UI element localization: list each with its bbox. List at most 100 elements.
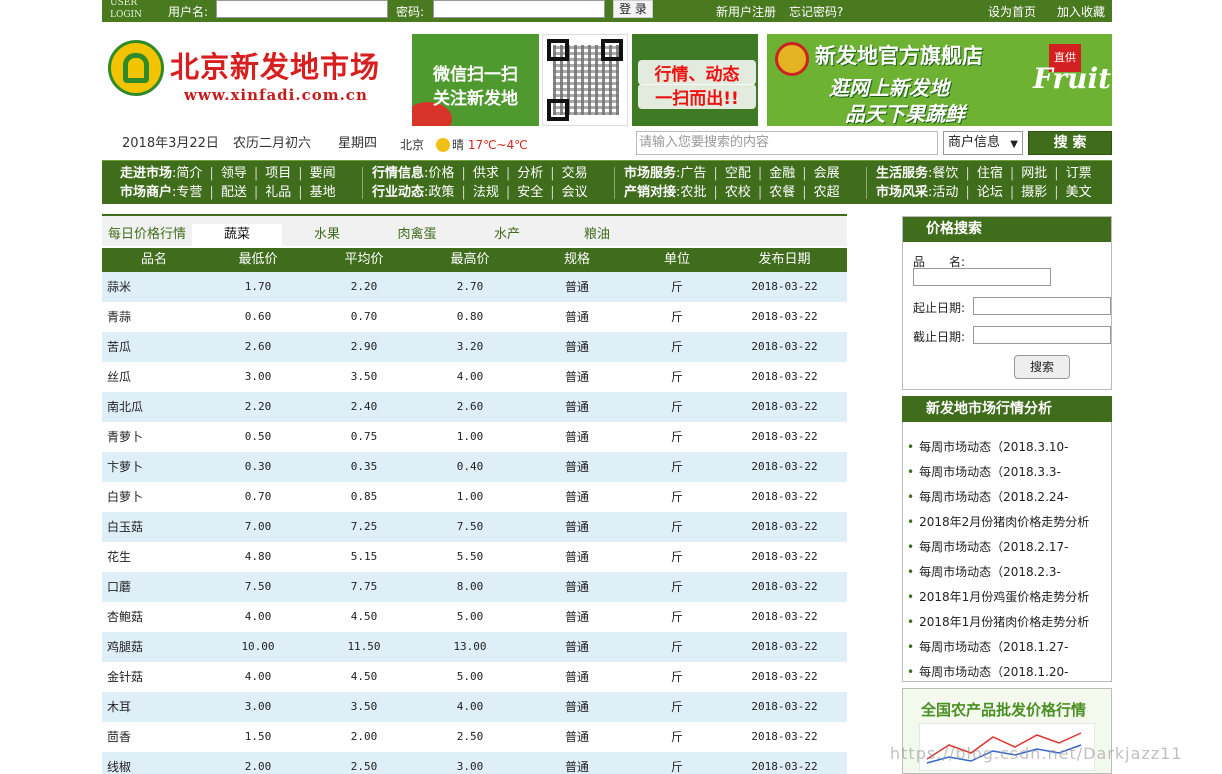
username-input[interactable]	[216, 0, 388, 18]
nav-group-title[interactable]: 行业动态	[372, 185, 424, 200]
nav-link[interactable]: 供求	[473, 164, 499, 183]
product-name-input[interactable]	[913, 268, 1051, 286]
nav-link[interactable]: 交易	[562, 164, 588, 183]
tab-meat-eggs[interactable]: 肉禽蛋	[372, 224, 462, 246]
table-row[interactable]: 茴香 1.50 2.00 2.50 普通 斤 2018-03-22	[102, 722, 847, 752]
column-header[interactable]: 最低价	[206, 248, 310, 272]
analysis-link[interactable]: 每周市场动态（2018.2.3-	[907, 560, 1089, 585]
nav-link[interactable]: 空配	[725, 164, 751, 183]
analysis-link[interactable]: 每周市场动态（2018.3.3-	[907, 460, 1089, 485]
analysis-link[interactable]: 每周市场动态（2018.1.20-	[907, 660, 1089, 685]
nav-link[interactable]: 项目	[265, 164, 291, 183]
nav-group-title[interactable]: 走进市场	[120, 166, 172, 181]
start-date-input[interactable]	[973, 297, 1111, 315]
nav-link[interactable]: 分析	[517, 164, 543, 183]
tab-vegetables[interactable]: 蔬菜	[192, 224, 282, 246]
nav-group-title[interactable]: 市场商户	[120, 185, 172, 200]
medal-icon	[775, 42, 809, 76]
nav-link[interactable]: 领导	[221, 164, 247, 183]
table-row[interactable]: 蒜米 1.70 2.20 2.70 普通 斤 2018-03-22	[102, 272, 847, 302]
column-header[interactable]: 最高价	[418, 248, 522, 272]
nav-group-title[interactable]: 生活服务	[876, 166, 928, 181]
login-button[interactable]: 登 录	[613, 0, 653, 18]
analysis-link[interactable]: 每周市场动态（2018.1.27-	[907, 635, 1089, 660]
analysis-link[interactable]: 每周市场动态（2018.2.17-	[907, 535, 1089, 560]
password-input[interactable]	[433, 0, 605, 18]
analysis-link[interactable]: 2018年1月份猪肉价格走势分析	[907, 610, 1089, 635]
price-search-button[interactable]: 搜索	[1014, 355, 1070, 379]
site-search-input[interactable]: 请输入您要搜索的内容	[636, 131, 938, 155]
nav-link[interactable]: 基地	[310, 183, 336, 202]
nav-link[interactable]: 配送	[221, 183, 247, 202]
search-category-select[interactable]: 商户信息 ▼	[943, 131, 1023, 155]
table-cell: 2018-03-22	[751, 700, 818, 713]
nav-link[interactable]: 会议	[562, 183, 588, 202]
table-row[interactable]: 苦瓜 2.60 2.90 3.20 普通 斤 2018-03-22	[102, 332, 847, 362]
nav-link[interactable]: 价格	[428, 164, 454, 183]
nav-link[interactable]: 论坛	[977, 183, 1003, 202]
table-row[interactable]: 木耳 3.00 3.50 4.00 普通 斤 2018-03-22	[102, 692, 847, 722]
table-row[interactable]: 卞萝卜 0.30 0.35 0.40 普通 斤 2018-03-22	[102, 452, 847, 482]
nav-link[interactable]: 政策	[428, 183, 454, 202]
nav-link[interactable]: 法规	[473, 183, 499, 202]
analysis-link[interactable]: 2018年1月份鸡蛋价格走势分析	[907, 585, 1089, 610]
register-link[interactable]: 新用户注册	[716, 3, 776, 20]
nav-link[interactable]: 农餐	[769, 183, 795, 202]
nav-link[interactable]: 住宿	[977, 164, 1003, 183]
table-row[interactable]: 花生 4.80 5.15 5.50 普通 斤 2018-03-22	[102, 542, 847, 572]
table-row[interactable]: 线椒 2.00 2.50 3.00 普通 斤 2018-03-22	[102, 752, 847, 774]
wechat-banner[interactable]: 微信扫一扫 关注新发地	[412, 34, 539, 126]
tab-seafood[interactable]: 水产	[462, 224, 552, 246]
nav-group-title[interactable]: 产销对接	[624, 185, 676, 200]
table-row[interactable]: 南北瓜 2.20 2.40 2.60 普通 斤 2018-03-22	[102, 392, 847, 422]
table-row[interactable]: 青萝卜 0.50 0.75 1.00 普通 斤 2018-03-22	[102, 422, 847, 452]
table-cell: 2018-03-22	[751, 580, 818, 593]
nav-group-title[interactable]: 市场风采	[876, 185, 928, 200]
column-header[interactable]: 平均价	[310, 248, 418, 272]
analysis-link[interactable]: 2018年2月份猪肉价格走势分析	[907, 510, 1089, 535]
nav-link[interactable]: 要闻	[310, 164, 336, 183]
flagship-store-banner[interactable]: 新发地官方旗舰店 逛网上新发地 品天下果蔬鲜 直供 Fruit	[767, 34, 1112, 126]
nav-link[interactable]: 美文	[1066, 183, 1092, 202]
nav-link[interactable]: 活动	[932, 183, 958, 202]
forgot-password-link[interactable]: 忘记密码?	[789, 3, 843, 20]
nav-link[interactable]: 安全	[517, 183, 543, 202]
site-logo[interactable]: 北京新发地市场 www.xinfadi.com.cn	[106, 38, 402, 108]
table-row[interactable]: 白玉菇 7.00 7.25 7.50 普通 斤 2018-03-22	[102, 512, 847, 542]
nav-link[interactable]: 农超	[814, 183, 840, 202]
market-scan-banner[interactable]: 行情、动态 一扫而出!!	[632, 34, 758, 126]
nav-link[interactable]: 专营	[176, 183, 202, 202]
nav-group-title[interactable]: 行情信息	[372, 166, 424, 181]
table-row[interactable]: 口蘑 7.50 7.75 8.00 普通 斤 2018-03-22	[102, 572, 847, 602]
column-header[interactable]: 发布日期	[722, 248, 847, 272]
column-header[interactable]: 品名	[102, 248, 206, 272]
end-date-input[interactable]	[973, 326, 1111, 344]
tab-grain-oil[interactable]: 粮油	[552, 224, 642, 246]
nav-link[interactable]: 农校	[725, 183, 751, 202]
column-header[interactable]: 单位	[632, 248, 722, 272]
table-row[interactable]: 白萝卜 0.70 0.85 1.00 普通 斤 2018-03-22	[102, 482, 847, 512]
table-row[interactable]: 金针菇 4.00 4.50 5.00 普通 斤 2018-03-22	[102, 662, 847, 692]
set-homepage-link[interactable]: 设为首页	[988, 3, 1036, 20]
nav-link[interactable]: 简介	[176, 164, 202, 183]
table-row[interactable]: 杏鲍菇 4.00 4.50 5.00 普通 斤 2018-03-22	[102, 602, 847, 632]
nav-link[interactable]: 网批	[1021, 164, 1047, 183]
nav-link[interactable]: 摄影	[1021, 183, 1047, 202]
nav-link[interactable]: 金融	[769, 164, 795, 183]
analysis-link[interactable]: 每周市场动态（2018.2.24-	[907, 485, 1089, 510]
tab-fruits[interactable]: 水果	[282, 224, 372, 246]
column-header[interactable]: 规格	[522, 248, 632, 272]
nav-group-title[interactable]: 市场服务	[624, 166, 676, 181]
nav-link[interactable]: 餐饮	[932, 164, 958, 183]
nav-link[interactable]: 广告	[680, 164, 706, 183]
nav-link[interactable]: 订票	[1066, 164, 1092, 183]
table-row[interactable]: 鸡腿菇 10.00 11.50 13.00 普通 斤 2018-03-22	[102, 632, 847, 662]
table-row[interactable]: 青蒜 0.60 0.70 0.80 普通 斤 2018-03-22	[102, 302, 847, 332]
nav-link[interactable]: 农批	[680, 183, 706, 202]
nav-link[interactable]: 会展	[814, 164, 840, 183]
nav-link[interactable]: 礼品	[265, 183, 291, 202]
table-row[interactable]: 丝瓜 3.00 3.50 4.00 普通 斤 2018-03-22	[102, 362, 847, 392]
site-search-button[interactable]: 搜 索	[1028, 131, 1112, 155]
analysis-link[interactable]: 每周市场动态（2018.3.10-	[907, 435, 1089, 460]
add-favorite-link[interactable]: 加入收藏	[1057, 3, 1105, 20]
